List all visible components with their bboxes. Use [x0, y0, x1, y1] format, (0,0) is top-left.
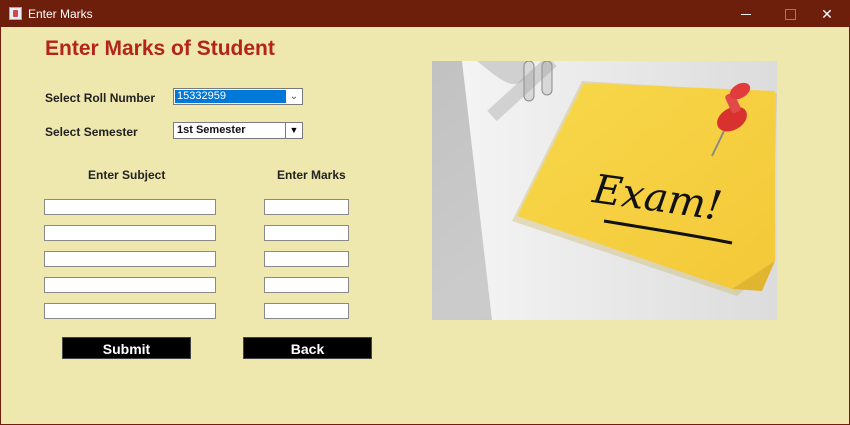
chevron-down-icon[interactable]: ⌄	[286, 89, 302, 104]
marks-input-4[interactable]	[264, 277, 349, 293]
java-app-icon	[9, 7, 22, 20]
enter-marks-window: Enter Marks ✕ Enter Marks of Student Sel…	[0, 0, 850, 425]
subject-input-5[interactable]	[44, 303, 216, 319]
subject-column-header: Enter Subject	[88, 168, 166, 182]
back-button[interactable]: Back	[243, 337, 372, 359]
submit-button[interactable]: Submit	[62, 337, 191, 359]
exam-sticky-note-image: Exam!	[432, 61, 777, 320]
title-bar: Enter Marks ✕	[1, 1, 849, 27]
close-button[interactable]: ✕	[805, 1, 849, 27]
marks-input-5[interactable]	[264, 303, 349, 319]
minimize-button[interactable]	[723, 1, 767, 27]
subject-input-4[interactable]	[44, 277, 216, 293]
roll-number-value: 15332959	[175, 90, 286, 103]
subject-input-3[interactable]	[44, 251, 216, 267]
semester-label: Select Semester	[45, 125, 138, 139]
window-title: Enter Marks	[28, 7, 93, 21]
subject-input-2[interactable]	[44, 225, 216, 241]
subject-input-1[interactable]	[44, 199, 216, 215]
marks-input-1[interactable]	[264, 199, 349, 215]
page-title: Enter Marks of Student	[45, 37, 275, 60]
roll-number-label: Select Roll Number	[45, 91, 156, 105]
roll-number-dropdown[interactable]: 15332959 ⌄	[173, 88, 303, 105]
marks-column-header: Enter Marks	[277, 168, 346, 182]
semester-value: 1st Semester	[177, 124, 246, 136]
marks-input-3[interactable]	[264, 251, 349, 267]
semester-dropdown[interactable]: 1st Semester ▼	[173, 122, 303, 139]
marks-input-2[interactable]	[264, 225, 349, 241]
dropdown-arrow-icon[interactable]: ▼	[285, 123, 302, 138]
